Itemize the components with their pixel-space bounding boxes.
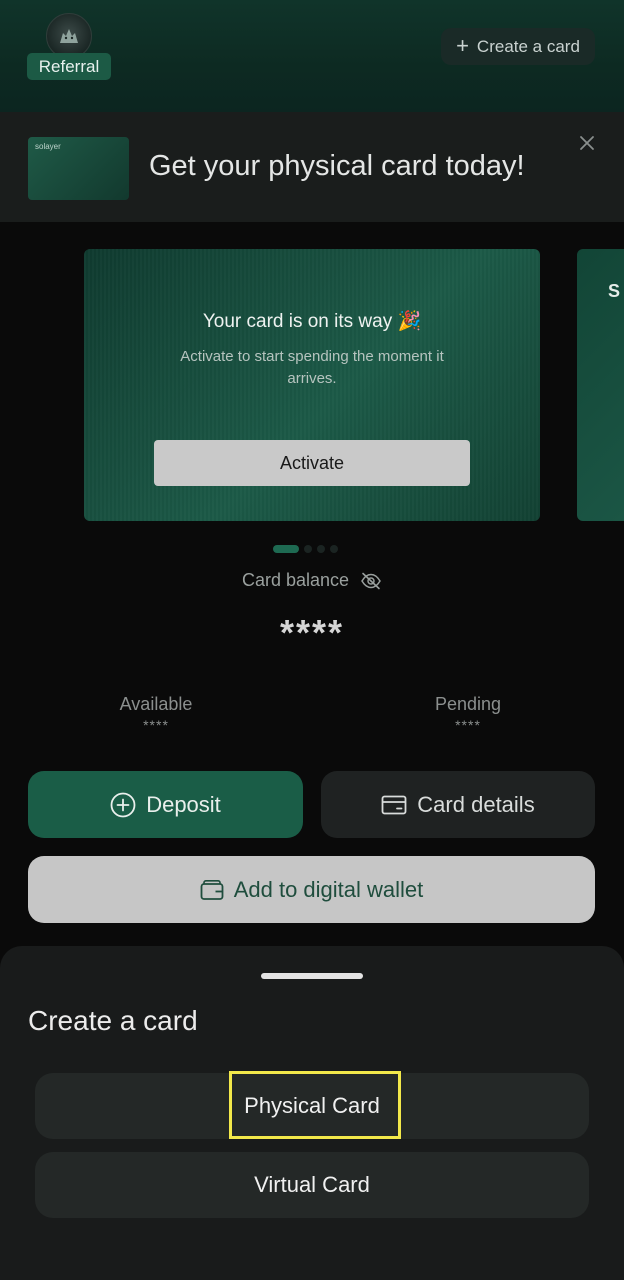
wolf-avatar-icon bbox=[60, 29, 78, 43]
plus-circle-icon bbox=[110, 792, 136, 817]
card-status-subtext: Activate to start spending the moment it… bbox=[180, 348, 444, 387]
pending-stat: Pending **** bbox=[388, 694, 548, 733]
virtual-card-label: Virtual Card bbox=[254, 1172, 370, 1197]
pending-value: **** bbox=[455, 717, 481, 733]
available-label: Available bbox=[119, 694, 193, 714]
close-icon[interactable] bbox=[576, 132, 598, 154]
card-thumbnail-brand: solayer bbox=[35, 142, 61, 151]
card-details-label: Card details bbox=[417, 791, 535, 817]
create-card-button[interactable]: + Create a card bbox=[441, 28, 595, 65]
create-card-label: Create a card bbox=[476, 36, 580, 56]
card-panel[interactable]: Your card is on its way 🎉 Activate to st… bbox=[84, 249, 540, 521]
next-card-brand-letter: S bbox=[608, 281, 621, 301]
add-to-digital-wallet-button[interactable]: Add to digital wallet bbox=[28, 856, 595, 923]
wallet-label: Add to digital wallet bbox=[233, 876, 424, 902]
referral-badge[interactable]: Referral bbox=[27, 53, 111, 80]
eye-off-icon[interactable] bbox=[360, 572, 382, 590]
pending-label: Pending bbox=[434, 694, 502, 714]
available-stat: Available **** bbox=[76, 694, 236, 733]
card-balance-value: **** bbox=[279, 612, 345, 653]
card-balance-text: Card balance bbox=[241, 570, 350, 590]
pager-dot[interactable] bbox=[304, 545, 312, 553]
available-value: **** bbox=[143, 717, 169, 733]
physical-card-label: Physical Card bbox=[244, 1093, 380, 1118]
create-card-sheet: Create a card Physical Card Virtual Card bbox=[0, 946, 624, 1280]
virtual-card-option[interactable]: Virtual Card bbox=[35, 1152, 589, 1218]
card-details-button[interactable]: Card details bbox=[321, 771, 595, 838]
activate-button[interactable]: Activate bbox=[154, 440, 470, 486]
plus-icon: + bbox=[456, 32, 469, 58]
card-thumbnail: solayer bbox=[28, 137, 129, 200]
deposit-button[interactable]: Deposit bbox=[28, 771, 303, 838]
deposit-label: Deposit bbox=[146, 791, 221, 817]
promo-title: Get your physical card today! bbox=[149, 150, 525, 182]
physical-card-option[interactable]: Physical Card bbox=[35, 1073, 589, 1139]
card-status-heading: Your card is on its way 🎉 bbox=[202, 311, 422, 332]
pager-dot[interactable] bbox=[317, 545, 325, 553]
pager-dot[interactable] bbox=[273, 545, 299, 553]
next-card-peek[interactable]: S bbox=[577, 249, 624, 521]
pager-dot[interactable] bbox=[330, 545, 338, 553]
carousel-pager bbox=[273, 545, 338, 553]
card-balance-label: Card balance bbox=[0, 570, 624, 591]
sheet-drag-handle[interactable] bbox=[261, 973, 363, 979]
sheet-title: Create a card bbox=[28, 1005, 198, 1036]
card-icon bbox=[381, 795, 407, 814]
wallet-icon bbox=[200, 879, 224, 900]
physical-card-promo[interactable]: solayer Get your physical card today! bbox=[0, 112, 624, 222]
